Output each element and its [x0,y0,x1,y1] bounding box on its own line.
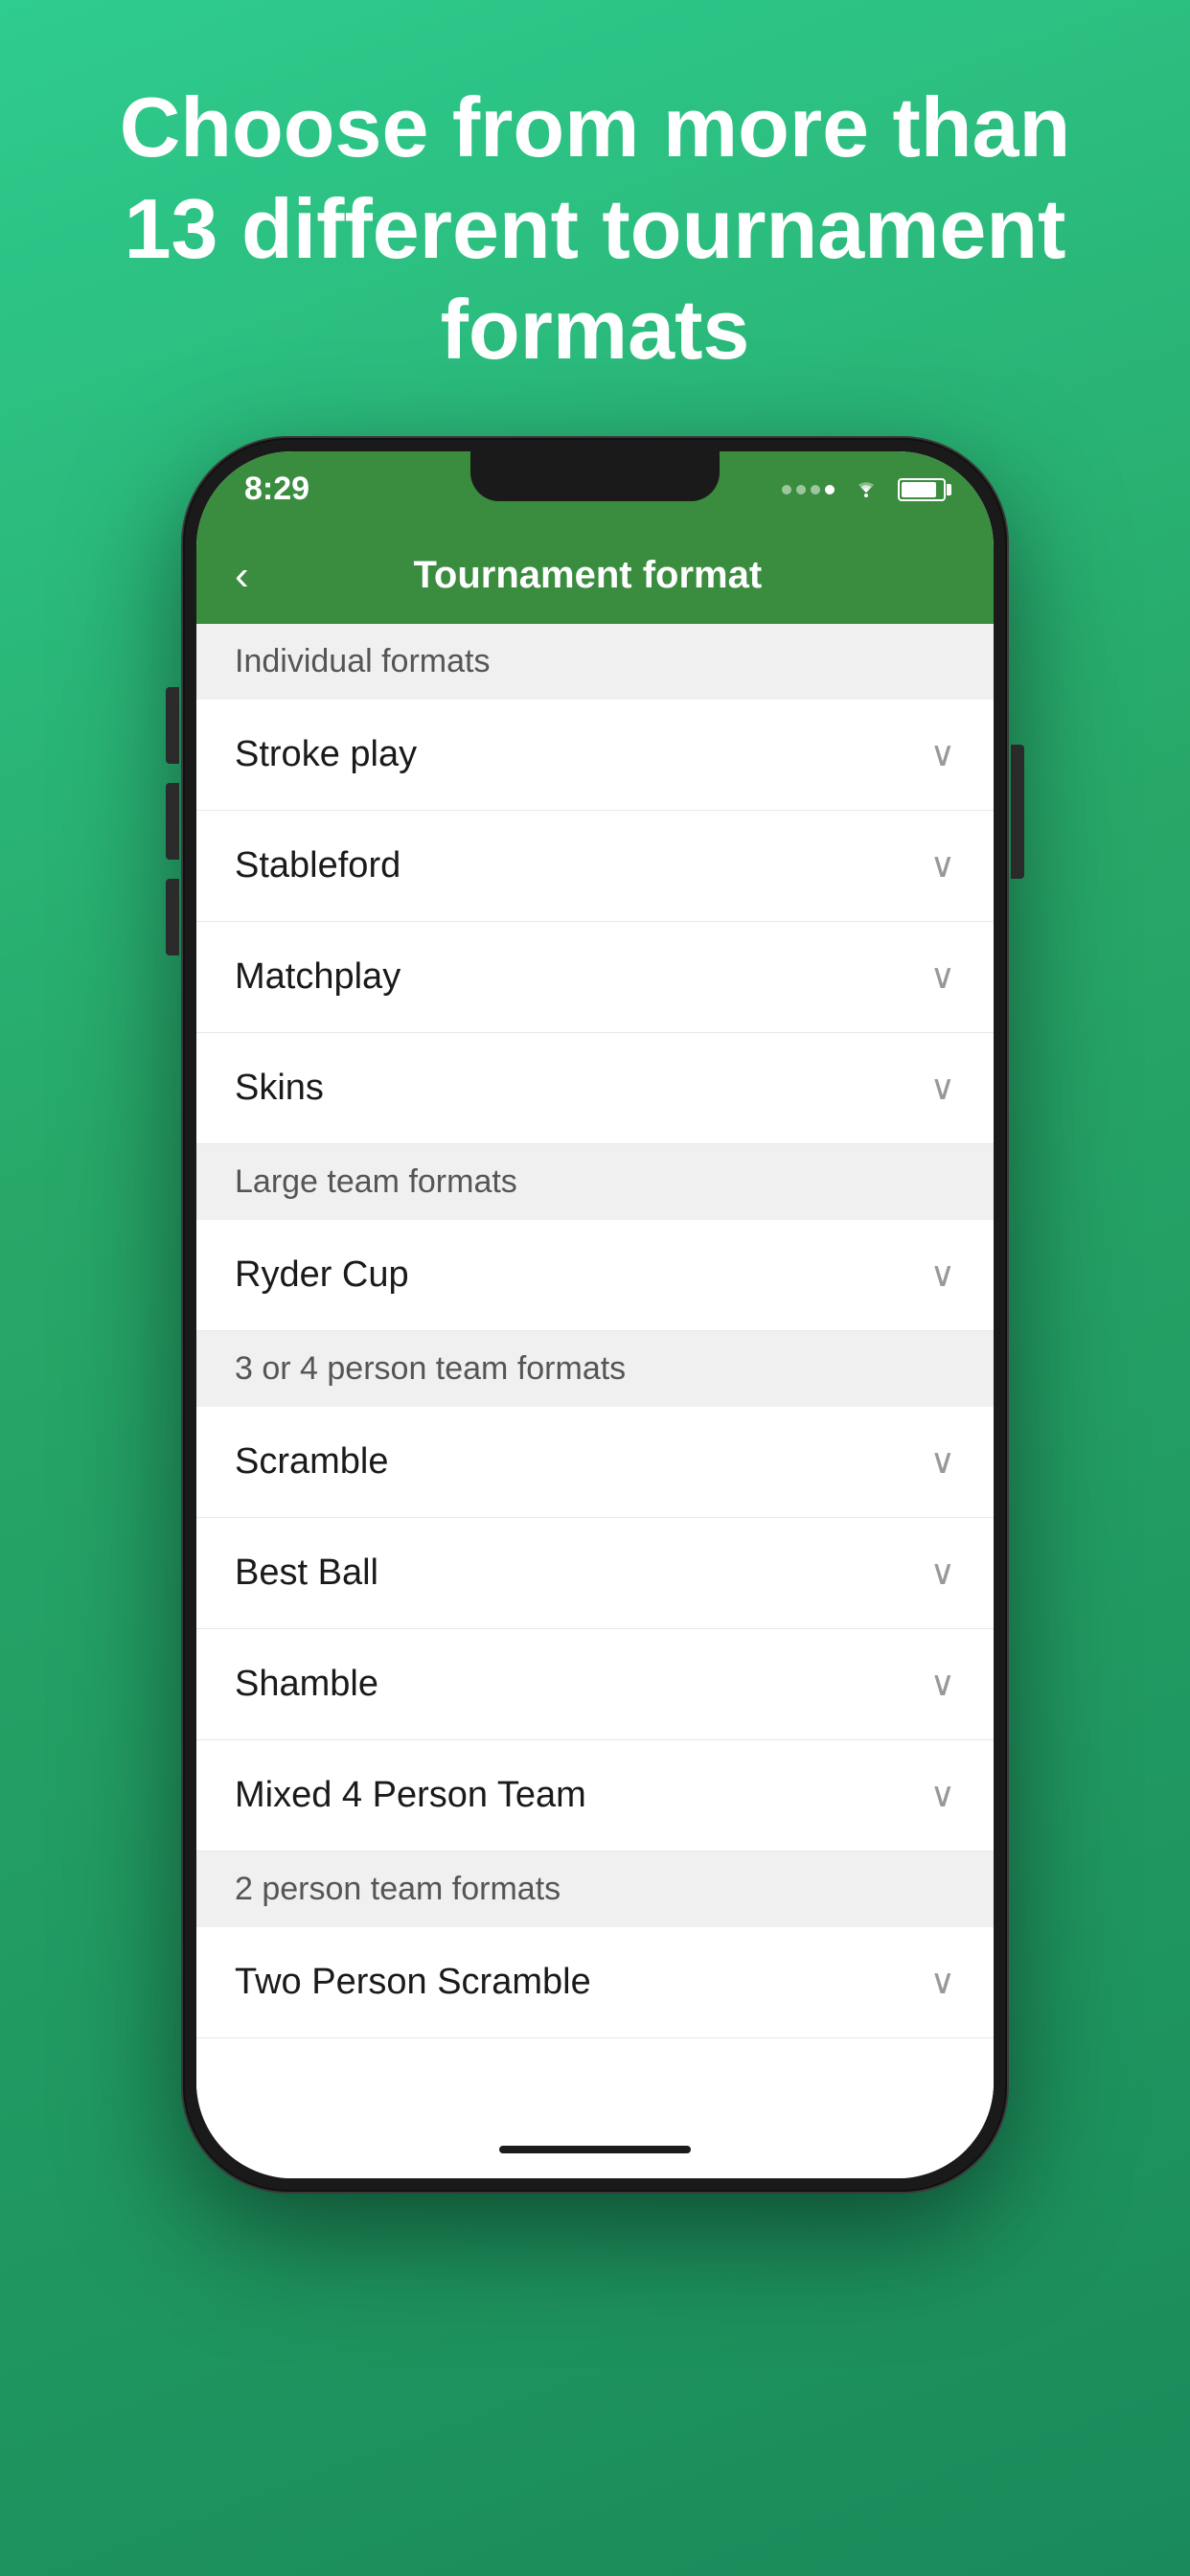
content-area: Individual formatsStroke play∨Stableford… [196,624,994,2121]
notch [470,451,720,501]
signal-dot-4 [825,485,835,494]
status-right [782,474,946,505]
list-item-label-mixed-4-person-team: Mixed 4 Person Team [235,1775,930,1816]
signal-dot-2 [796,485,806,494]
signal-dot-3 [811,485,820,494]
battery-icon [898,478,946,501]
signal-dot-1 [782,485,791,494]
section-header-individual-formats: Individual formats [196,624,994,700]
phone-wrapper: 8:29 [183,438,1007,2576]
phone-outer: 8:29 [183,438,1007,2192]
status-time: 8:29 [244,471,309,508]
list-item-label-stableford: Stableford [235,845,930,886]
list-item-shamble[interactable]: Shamble∨ [196,1629,994,1740]
signal-dots [782,485,835,494]
home-indicator-bar [499,2146,691,2153]
section-header-2-person-team-formats: 2 person team formats [196,1852,994,1927]
list-item-stroke-play[interactable]: Stroke play∨ [196,700,994,811]
list-item-best-ball[interactable]: Best Ball∨ [196,1518,994,1629]
chevron-icon-two-person-scramble: ∨ [930,1962,955,2002]
chevron-icon-scramble: ∨ [930,1441,955,1482]
back-button[interactable]: ‹ [235,552,249,600]
chevron-icon-matchplay: ∨ [930,956,955,997]
section-header-3-or-4-person-team-formats: 3 or 4 person team formats [196,1331,994,1407]
list-item-label-skins: Skins [235,1068,930,1109]
hero-text: Choose from more than 13 different tourn… [0,0,1190,438]
phone-inner: 8:29 [196,451,994,2178]
chevron-icon-skins: ∨ [930,1068,955,1108]
list-item-two-person-scramble[interactable]: Two Person Scramble∨ [196,1927,994,2038]
chevron-icon-best-ball: ∨ [930,1552,955,1593]
chevron-icon-mixed-4-person-team: ∨ [930,1775,955,1815]
list-item-skins[interactable]: Skins∨ [196,1033,994,1144]
chevron-icon-stableford: ∨ [930,845,955,886]
list-item-label-stroke-play: Stroke play [235,734,930,775]
list-item-label-matchplay: Matchplay [235,956,930,998]
chevron-icon-stroke-play: ∨ [930,734,955,774]
list-item-label-ryder-cup: Ryder Cup [235,1254,930,1296]
section-header-large-team-formats: Large team formats [196,1144,994,1220]
chevron-icon-ryder-cup: ∨ [930,1254,955,1295]
status-bar: 8:29 [196,451,994,528]
list-item-scramble[interactable]: Scramble∨ [196,1407,994,1518]
list-item-label-scramble: Scramble [235,1441,930,1483]
nav-bar: ‹ Tournament format [196,528,994,624]
list-item-stableford[interactable]: Stableford∨ [196,811,994,922]
list-item-label-two-person-scramble: Two Person Scramble [235,1962,930,2003]
list-item-label-shamble: Shamble [235,1664,930,1705]
wifi-icon [852,474,881,505]
list-item-mixed-4-person-team[interactable]: Mixed 4 Person Team∨ [196,1740,994,1852]
nav-title: Tournament format [268,554,907,597]
list-item-matchplay[interactable]: Matchplay∨ [196,922,994,1033]
battery-fill [902,482,936,497]
chevron-icon-shamble: ∨ [930,1664,955,1704]
list-item-label-best-ball: Best Ball [235,1552,930,1594]
list-item-ryder-cup[interactable]: Ryder Cup∨ [196,1220,994,1331]
home-indicator [196,2121,994,2178]
